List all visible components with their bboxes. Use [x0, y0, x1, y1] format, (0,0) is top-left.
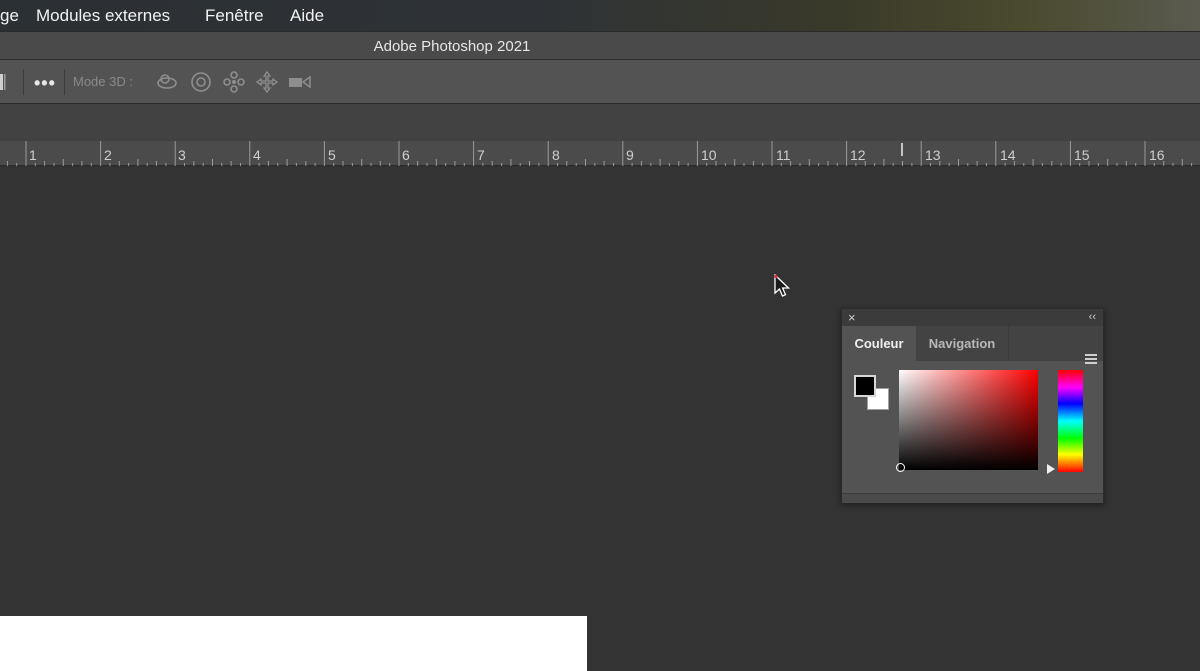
document-canvas[interactable] [0, 616, 587, 671]
horizontal-ruler[interactable]: 1 2 3 4 5 6 7 8 9 10 11 12 13 14 15 16 [0, 141, 1200, 166]
saturation-brightness-field[interactable] [899, 370, 1038, 470]
ruler-label: 11 [776, 147, 791, 163]
color-picker-marker[interactable] [896, 463, 905, 472]
ruler-label: 4 [253, 147, 261, 163]
menu-image[interactable]: ge [0, 6, 19, 26]
ruler-label: 9 [626, 147, 634, 163]
toolbar-divider [64, 69, 65, 95]
ruler-label: 14 [1000, 147, 1016, 163]
tab-couleur[interactable]: Couleur [842, 326, 916, 361]
ruler-label: 6 [402, 147, 410, 163]
distribute-icon[interactable] [0, 72, 6, 92]
ruler-label: 16 [1149, 147, 1165, 163]
color-panel: × ‹‹ Couleur Navigation [841, 308, 1104, 503]
ruler-label: 13 [925, 147, 941, 163]
ruler-label: 3 [178, 147, 186, 163]
hue-slider-bar[interactable] [1058, 370, 1083, 472]
window-title-bar[interactable]: Adobe Photoshop 2021 [0, 31, 1200, 60]
menu-bar: ge Modules externes Fenêtre Aide [0, 0, 1200, 31]
mouse-pointer-icon [773, 273, 793, 300]
ruler-label: 8 [552, 147, 560, 163]
ruler-label: 5 [328, 147, 336, 163]
close-icon[interactable]: × [848, 309, 856, 326]
panel-menu-icon[interactable] [1085, 354, 1097, 366]
pan-3d-icon[interactable] [222, 70, 246, 94]
ruler-label: 12 [850, 147, 866, 163]
more-options-button[interactable]: ••• [34, 73, 56, 94]
scale-3d-icon[interactable] [288, 70, 312, 94]
panel-resize-footer[interactable] [842, 493, 1103, 503]
ruler-label: 2 [104, 147, 112, 163]
panel-tab-bar: Couleur Navigation [842, 326, 1103, 364]
collapse-icon[interactable]: ‹‹ [1089, 309, 1096, 326]
tab-navigation[interactable]: Navigation [916, 326, 1009, 361]
foreground-color-swatch[interactable] [854, 375, 876, 397]
options-bar: ••• Mode 3D : [0, 60, 1200, 104]
mode-3d-label: Mode 3D : [73, 74, 133, 89]
ruler-label: 1 [29, 147, 37, 163]
hue-slider-handle[interactable] [1047, 464, 1055, 474]
orbit-3d-icon[interactable] [155, 70, 179, 94]
slide-3d-icon[interactable] [255, 70, 279, 94]
toolbar-divider [23, 69, 24, 95]
window-title: Adobe Photoshop 2021 [373, 38, 531, 55]
menu-modules-externes[interactable]: Modules externes [36, 6, 170, 26]
menu-fenetre[interactable]: Fenêtre [205, 6, 264, 26]
panel-header[interactable]: × ‹‹ [842, 309, 1103, 326]
roll-3d-icon[interactable] [189, 70, 213, 94]
ruler-label: 7 [477, 147, 485, 163]
ruler-label: 10 [701, 147, 717, 163]
document-tab-strip [0, 104, 1200, 141]
ruler-label: 15 [1074, 147, 1090, 163]
menu-aide[interactable]: Aide [290, 6, 324, 26]
